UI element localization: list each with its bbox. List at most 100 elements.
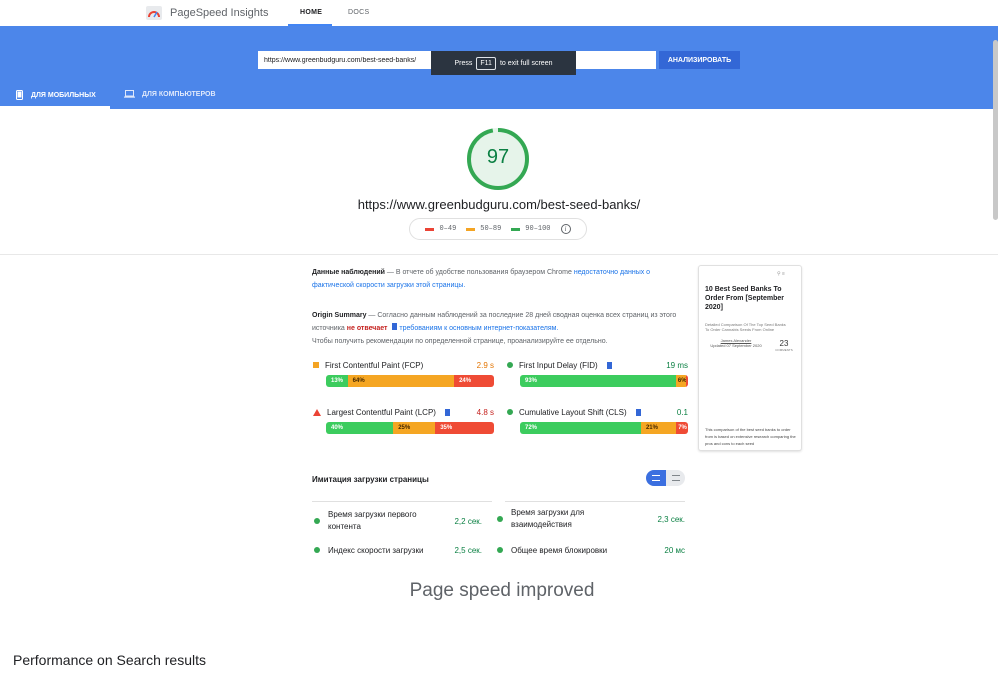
metric-cls-value: 0.1 xyxy=(676,407,688,417)
tab-mobile-label: ДЛЯ МОБИЛЬНЫХ xyxy=(31,91,96,99)
field-data-text: — В отчете об удобстве пользования брауз… xyxy=(384,269,574,276)
metric-lcp-distribution: 40% 25% 35% xyxy=(326,422,494,434)
tab-mobile[interactable]: ДЛЯ МОБИЛЬНЫХ xyxy=(16,90,96,100)
metric-fcp-distribution: 13% 64% 24% xyxy=(326,375,494,387)
brand-name: PageSpeed Insights xyxy=(170,7,269,19)
cls-poor-share: 7% xyxy=(676,422,688,434)
fcp-poor-share: 24% xyxy=(454,375,494,387)
lcp-poor-share: 35% xyxy=(435,422,494,434)
metric-cls-label: Cumulative Layout Shift (CLS) xyxy=(519,407,627,417)
metric-lcp: Largest Contentful Paint (LCP) 4.8 s 40%… xyxy=(313,406,494,434)
thumbnail-toolbar-icons: ⚲ ≡ xyxy=(777,271,785,277)
good-circle-icon xyxy=(314,518,320,524)
toast-key: F11 xyxy=(476,56,496,70)
nav-docs-link[interactable]: DOCS xyxy=(348,9,369,16)
view-toggle[interactable] xyxy=(646,470,685,486)
origin-summary: Origin Summary — Согласно данным наблюде… xyxy=(312,309,692,348)
lab-data-title: Имитация загрузки страницы xyxy=(312,475,429,484)
good-circle-icon xyxy=(314,547,320,553)
legend-good-dash xyxy=(511,227,521,231)
lab-row-speed-index: Индекс скорости загрузки 2,5 сек. xyxy=(314,544,482,556)
field-data-summary: Данные наблюдений — В отчете об удобстве… xyxy=(312,266,687,292)
bookmark-icon xyxy=(635,408,641,416)
metric-fcp: First Contentful Paint (FCP) 2.9 s 13% 6… xyxy=(313,359,494,387)
poor-triangle-icon xyxy=(313,408,321,416)
pagespeed-logo-icon xyxy=(146,6,162,20)
cls-good-share: 72% xyxy=(520,422,641,434)
bookmark-icon xyxy=(606,361,612,369)
metric-lcp-value: 4.8 s xyxy=(476,407,494,417)
legend-average-range: 50–89 xyxy=(480,225,502,233)
page-thumbnail: ⚲ ≡ 10 Best Seed Banks To Order From [Se… xyxy=(698,265,802,451)
lab-row-tti: Время загрузки для взаимодействия 2,3 се… xyxy=(497,506,685,532)
top-bar: PageSpeed Insights HOME DOCS xyxy=(0,0,1000,26)
thumbnail-body: This comparison of the best seed banks t… xyxy=(705,427,796,446)
good-circle-icon xyxy=(497,547,503,553)
detail-list-icon xyxy=(671,475,680,481)
cls-average-share: 21% xyxy=(640,422,677,434)
field-data-title: Данные наблюдений xyxy=(312,269,385,276)
average-square-icon xyxy=(313,362,319,368)
view-summary-toggle[interactable] xyxy=(646,470,666,486)
info-icon[interactable]: i xyxy=(560,224,571,234)
legend-item-poor: 0–49 xyxy=(425,225,456,233)
thumbnail-comment-count: 23 xyxy=(779,339,789,348)
metric-cls: Cumulative Layout Shift (CLS) 0.1 72% 21… xyxy=(507,406,688,434)
caption: Page speed improved xyxy=(409,580,595,601)
lab-separator-right xyxy=(505,501,685,502)
lab-row-value: 20 мс xyxy=(664,545,685,555)
legend-item-average: 50–89 xyxy=(466,225,501,233)
analyze-button[interactable]: АНАЛИЗИРОВАТЬ xyxy=(659,51,740,69)
tab-desktop[interactable]: ДЛЯ КОМПЬЮТЕРОВ xyxy=(124,90,216,98)
thumbnail-title: 10 Best Seed Banks To Order From [Septem… xyxy=(705,286,784,311)
lab-row-tbt: Общее время блокировки 20 мс xyxy=(497,544,685,556)
thumbnail-comment-label: COMMENTS xyxy=(775,348,793,352)
metric-fcp-value: 2.9 s xyxy=(476,360,494,370)
legend-item-good: 90–100 xyxy=(511,225,551,233)
thumbnail-updated: Updated 07 September 2020 xyxy=(710,343,762,348)
phone-icon xyxy=(16,90,23,100)
legend-average-dash xyxy=(466,227,476,231)
toast-text-after: to exit full screen xyxy=(499,59,553,67)
metric-lcp-label: Largest Contentful Paint (LCP) xyxy=(327,407,436,417)
fcp-average-share: 64% xyxy=(347,375,455,387)
nav-home-link[interactable]: HOME xyxy=(300,9,322,16)
metric-fid-label: First Input Delay (FID) xyxy=(519,360,598,370)
legend-poor-dash xyxy=(425,227,435,231)
fid-poor-share: 1% xyxy=(686,375,688,387)
metric-cls-distribution: 72% 21% 7% xyxy=(520,422,688,434)
analyzed-url: https://www.greenbudguru.com/best-seed-b… xyxy=(357,197,641,212)
metric-fid-distribution: 93% 6% 1% xyxy=(520,375,688,387)
lab-row-label: Индекс скорости загрузки xyxy=(328,545,424,555)
lcp-good-share: 40% xyxy=(326,422,394,434)
performance-score: 97 xyxy=(486,146,510,168)
origin-not-meet: не отвечает xyxy=(346,325,388,332)
tab-active-indicator xyxy=(0,106,110,109)
origin-link[interactable]: требованиям к основным интернет-показате… xyxy=(399,325,558,332)
metric-fid: First Input Delay (FID) 19 ms 93% 6% 1% xyxy=(507,359,688,387)
origin-hint: Чтобы получить рекомендации по определен… xyxy=(312,338,608,345)
search-band: АНАЛИЗИРОВАТЬ Press F11 to exit full scr… xyxy=(0,26,998,109)
fullscreen-toast: Press F11 to exit full screen xyxy=(431,51,576,75)
fid-good-share: 93% xyxy=(520,375,676,387)
lab-row-label: Общее время блокировки xyxy=(511,545,608,555)
good-circle-icon xyxy=(507,409,513,415)
section-title: Performance on Search results xyxy=(13,652,206,668)
view-detail-toggle[interactable] xyxy=(666,470,685,486)
legend-good-range: 90–100 xyxy=(525,225,551,233)
lab-row-value: 2,3 сек. xyxy=(657,514,685,524)
screenshot-frame: PageSpeed Insights HOME DOCS АНАЛИЗИРОВА… xyxy=(0,0,1000,684)
lab-separator-left xyxy=(312,501,492,502)
bookmark-icon xyxy=(444,408,450,416)
metric-fid-value: 19 ms xyxy=(666,360,688,370)
laptop-icon xyxy=(124,90,135,98)
thumbnail-subtitle: Detailed Comparison Of The Top Seed Bank… xyxy=(705,322,786,332)
lab-row-fcp: Время загрузки первого контента 2,2 сек. xyxy=(314,508,482,534)
lab-row-value: 2,5 сек. xyxy=(454,545,482,555)
thumbnail-author: James Alexander Updated 07 September 202… xyxy=(705,338,767,348)
tab-desktop-label: ДЛЯ КОМПЬЮТЕРОВ xyxy=(142,90,216,98)
page-scrollbar[interactable] xyxy=(993,40,998,220)
bookmark-icon xyxy=(392,323,398,330)
list-icon xyxy=(652,475,660,481)
lab-row-label: Время загрузки первого контента xyxy=(328,510,417,531)
